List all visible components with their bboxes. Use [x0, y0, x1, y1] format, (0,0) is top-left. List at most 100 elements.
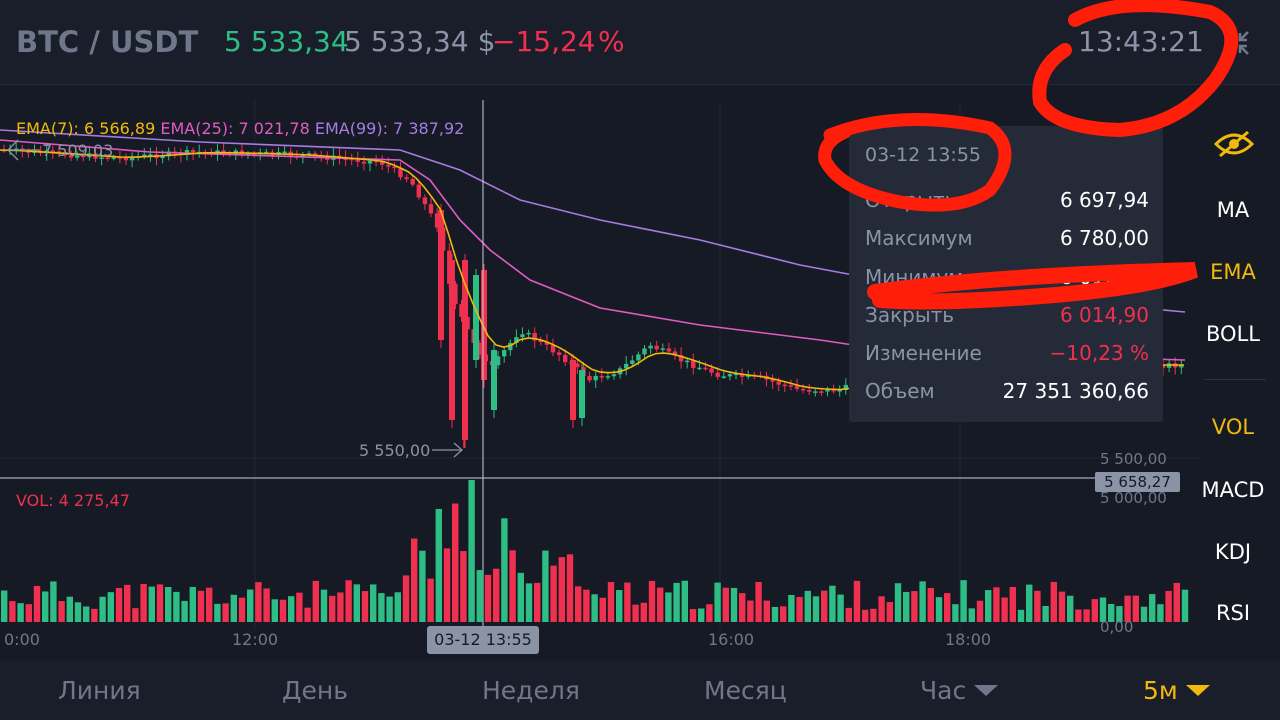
volume-bar	[1157, 604, 1164, 622]
volume-bar	[525, 583, 533, 622]
volume-bar	[493, 568, 500, 622]
volume-bar	[919, 581, 926, 622]
pair-title[interactable]: BTC / USDT	[16, 24, 198, 60]
volume-chart[interactable]	[0, 480, 1200, 630]
tab-week[interactable]: Неделя	[482, 676, 580, 705]
volume-bar	[566, 554, 574, 622]
volume-bar	[452, 503, 459, 622]
indicator-vol[interactable]: VOL	[1200, 415, 1266, 439]
volume-bar	[107, 592, 114, 622]
volume-bar	[845, 607, 852, 622]
volume-bar	[74, 602, 82, 622]
tooltip-label: Изменение	[865, 341, 982, 365]
volume-bar	[42, 591, 49, 622]
tab-line[interactable]: Линия	[58, 676, 141, 705]
tooltip-value: −10,23 %	[1049, 341, 1149, 365]
indicator-boll[interactable]: BOLL	[1200, 322, 1266, 346]
tab-day[interactable]: День	[282, 676, 348, 705]
candle-body	[709, 368, 714, 373]
candle-body	[648, 345, 653, 349]
volume-bar	[132, 608, 139, 622]
indicator-rsi[interactable]: RSI	[1200, 601, 1266, 625]
volume-bar	[968, 608, 975, 622]
tooltip-label: Открыть	[865, 188, 957, 212]
candle-body	[570, 360, 576, 420]
volume-bar	[739, 593, 746, 622]
tooltip-value: 6 012,50	[1059, 265, 1149, 289]
volume-bar	[91, 608, 98, 622]
candle-body	[715, 372, 720, 377]
volume-bar	[722, 587, 729, 622]
tooltip-row-change: Изменение −10,23 %	[865, 341, 1149, 369]
candle-body	[473, 275, 479, 360]
low-marker-arrow	[432, 442, 463, 458]
candle-body	[282, 151, 287, 154]
volume-bar	[714, 582, 721, 622]
tooltip-label: Объем	[865, 379, 935, 403]
candle-body	[654, 345, 659, 350]
candle-body	[404, 177, 409, 180]
volume-bar	[788, 594, 795, 622]
volume-bar	[443, 548, 451, 622]
volume-bar	[312, 580, 319, 622]
volume-bar	[206, 587, 213, 622]
volume-bar	[1165, 590, 1172, 622]
volume-bar	[853, 580, 861, 622]
candle-body	[438, 210, 444, 340]
indicator-kdj[interactable]: KDJ	[1200, 540, 1266, 564]
volume-bar	[50, 581, 57, 622]
candle-body	[556, 352, 562, 355]
volume-bar	[247, 589, 254, 622]
candle-body	[660, 348, 665, 350]
tab-5m[interactable]: 5м	[1143, 676, 1210, 705]
candle-body	[367, 160, 373, 164]
volume-bar	[755, 581, 762, 622]
candle-body	[491, 350, 497, 410]
collapse-arrows-icon[interactable]	[1222, 28, 1252, 58]
tooltip-label: Максимум	[865, 226, 973, 250]
volume-bar	[1181, 589, 1189, 622]
volume-bar	[763, 600, 770, 622]
volume-bar	[952, 604, 959, 622]
volume-bar	[115, 587, 123, 622]
candle-body	[190, 150, 196, 153]
volume-bar	[320, 589, 328, 622]
candle-body	[782, 384, 787, 387]
tab-hour[interactable]: Час	[920, 676, 999, 705]
volume-bar	[960, 580, 967, 622]
volume-bar	[255, 582, 262, 622]
indicator-ema[interactable]: EMA	[1200, 260, 1266, 284]
volume-bar	[238, 597, 246, 622]
indicator-panel: MA EMA BOLL VOL MACD KDJ RSI	[1200, 120, 1280, 640]
indicator-ma[interactable]: MA	[1200, 198, 1266, 222]
volume-bar	[394, 592, 401, 622]
tab-month[interactable]: Месяц	[704, 676, 787, 705]
candle-body	[685, 360, 690, 363]
volume-bar	[829, 585, 836, 622]
volume-bar	[583, 589, 590, 622]
volume-bar	[181, 600, 188, 622]
volume-bar	[222, 603, 229, 622]
indicator-macd[interactable]: MACD	[1200, 478, 1266, 502]
ticker-header: BTC / USDT 5 533,34 5 533,34 $ −15,24 % …	[0, 0, 1280, 85]
volume-bar	[165, 587, 172, 622]
volume-bar	[870, 608, 877, 622]
eye-icon[interactable]	[1214, 130, 1254, 158]
volume-bar	[862, 609, 869, 622]
volume-bar	[402, 575, 410, 622]
candle-body	[462, 260, 468, 440]
volume-bar	[542, 550, 549, 622]
indicator-divider	[1204, 379, 1266, 380]
candle-body	[410, 179, 415, 185]
volume-bar	[1075, 609, 1082, 622]
volume-bar	[1067, 595, 1074, 622]
volume-bar	[878, 596, 885, 622]
volume-bar	[1091, 599, 1098, 622]
ema99-value: EMA(99): 7 387,92	[314, 119, 465, 138]
candle-body	[563, 354, 568, 363]
volume-bar	[460, 551, 467, 622]
volume-bar	[484, 574, 492, 622]
tooltip-label: Закрыть	[865, 303, 955, 327]
volume-bar	[804, 590, 811, 622]
volume-bar	[337, 592, 344, 622]
